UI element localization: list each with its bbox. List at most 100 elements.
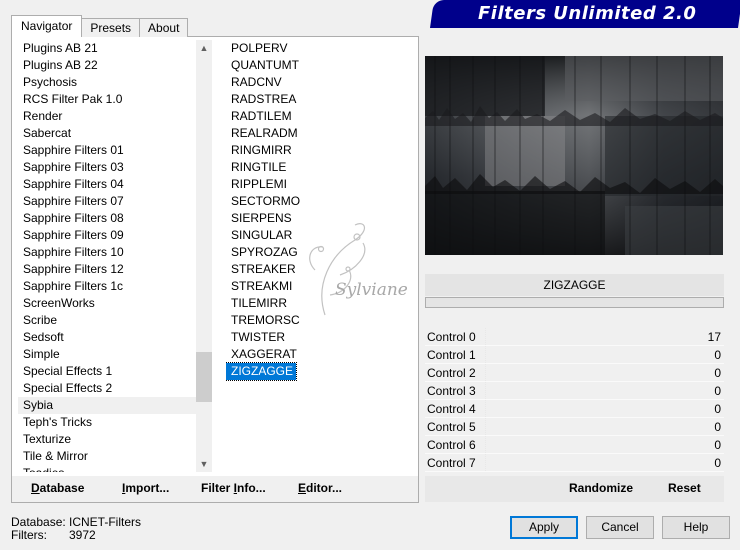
- filter-item[interactable]: SPYROZAG: [226, 244, 298, 261]
- filter-item[interactable]: SINGULAR: [226, 227, 292, 244]
- import-button[interactable]: Import...: [122, 481, 169, 497]
- control-slider[interactable]: [485, 418, 694, 435]
- filter-name-label: ZIGZAGGE: [425, 274, 724, 296]
- filter-item[interactable]: STREAKMI: [226, 278, 292, 295]
- category-item[interactable]: Texturize: [18, 431, 196, 448]
- database-button[interactable]: Database: [31, 481, 84, 497]
- category-item[interactable]: Special Effects 2: [18, 380, 196, 397]
- category-item[interactable]: Plugins AB 21: [18, 40, 196, 57]
- filter-progress-bar: [425, 297, 724, 308]
- category-item[interactable]: Special Effects 1: [18, 363, 196, 380]
- category-item[interactable]: ScreenWorks: [18, 295, 196, 312]
- filter-item[interactable]: ZIGZAGGE: [226, 362, 298, 381]
- database-value: ICNET-Filters: [69, 515, 141, 529]
- control-label: Control 5: [427, 420, 476, 434]
- category-item[interactable]: Sedsoft: [18, 329, 196, 346]
- control-label: Control 1: [427, 348, 476, 362]
- editor-button[interactable]: Editor...: [298, 481, 342, 497]
- category-item[interactable]: Render: [18, 108, 196, 125]
- category-item[interactable]: Psychosis: [18, 74, 196, 91]
- control-sliders: Control 0 17 Control 1 0 Control 2 0 Control 3…: [425, 328, 724, 472]
- category-item[interactable]: Sapphire Filters 1c: [18, 278, 196, 295]
- filter-item[interactable]: RADTILEM: [226, 108, 292, 125]
- category-item[interactable]: Toadies: [18, 465, 196, 472]
- reset-button[interactable]: Reset: [668, 481, 701, 497]
- preview-image: [425, 56, 723, 255]
- control-row[interactable]: Control 6 0: [425, 436, 724, 454]
- tab-presets[interactable]: Presets: [81, 18, 141, 37]
- filter-list[interactable]: POLPERV QUANTUMT RADCNV RADSTREA RADTILEM REA…: [226, 40, 416, 472]
- control-row[interactable]: Control 7 0: [425, 454, 724, 472]
- category-item[interactable]: Sapphire Filters 01: [18, 142, 196, 159]
- control-slider[interactable]: [485, 328, 694, 345]
- control-value: 0: [714, 420, 721, 434]
- filter-item[interactable]: TREMORSC: [226, 312, 300, 329]
- control-slider[interactable]: [485, 382, 694, 399]
- control-value: 0: [714, 384, 721, 398]
- filter-item[interactable]: STREAKER: [226, 261, 296, 278]
- control-value: 17: [707, 330, 721, 344]
- filter-item[interactable]: POLPERV: [226, 40, 287, 57]
- category-item[interactable]: Plugins AB 22: [18, 57, 196, 74]
- control-row[interactable]: Control 1 0: [425, 346, 724, 364]
- filter-item[interactable]: RADCNV: [226, 74, 282, 91]
- category-item[interactable]: Sybia: [18, 397, 196, 414]
- filter-info-button[interactable]: Filter Info...: [201, 481, 266, 497]
- cancel-button[interactable]: Cancel: [586, 516, 654, 539]
- filter-item[interactable]: SIERPENS: [226, 210, 292, 227]
- filter-item[interactable]: REALRADM: [226, 125, 298, 142]
- control-label: Control 2: [427, 366, 476, 380]
- filter-item[interactable]: RADSTREA: [226, 91, 296, 108]
- control-row[interactable]: Control 4 0: [425, 400, 724, 418]
- category-item[interactable]: Tile & Mirror: [18, 448, 196, 465]
- category-item[interactable]: Sapphire Filters 10: [18, 244, 196, 261]
- scroll-thumb[interactable]: [196, 352, 212, 402]
- category-item[interactable]: Sapphire Filters 07: [18, 193, 196, 210]
- filter-item[interactable]: TWISTER: [226, 329, 285, 346]
- category-item[interactable]: Sapphire Filters 04: [18, 176, 196, 193]
- category-item[interactable]: Sabercat: [18, 125, 196, 142]
- randomize-button[interactable]: Randomize: [569, 481, 633, 497]
- category-item[interactable]: Scribe: [18, 312, 196, 329]
- control-value: 0: [714, 366, 721, 380]
- control-label: Control 0: [427, 330, 476, 344]
- chevron-down-icon[interactable]: ▼: [196, 456, 212, 472]
- control-slider[interactable]: [485, 454, 694, 471]
- chevron-up-icon[interactable]: ▲: [196, 40, 212, 56]
- filter-item[interactable]: TILEMIRR: [226, 295, 287, 312]
- control-label: Control 4: [427, 402, 476, 416]
- category-item[interactable]: Simple: [18, 346, 196, 363]
- control-slider[interactable]: [485, 346, 694, 363]
- filter-item[interactable]: RIPPLEMI: [226, 176, 287, 193]
- apply-button[interactable]: Apply: [510, 516, 578, 539]
- app-title: Filters Unlimited 2.0: [478, 3, 697, 24]
- control-row[interactable]: Control 5 0: [425, 418, 724, 436]
- category-item[interactable]: Sapphire Filters 12: [18, 261, 196, 278]
- control-row[interactable]: Control 2 0: [425, 364, 724, 382]
- category-item[interactable]: Teph's Tricks: [18, 414, 196, 431]
- help-button[interactable]: Help: [662, 516, 730, 539]
- category-item[interactable]: Sapphire Filters 03: [18, 159, 196, 176]
- category-item[interactable]: Sapphire Filters 09: [18, 227, 196, 244]
- filter-item[interactable]: XAGGERAT: [226, 346, 297, 363]
- control-label: Control 6: [427, 438, 476, 452]
- category-item[interactable]: RCS Filter Pak 1.0: [18, 91, 196, 108]
- control-value: 0: [714, 348, 721, 362]
- tab-navigator[interactable]: Navigator: [11, 15, 83, 37]
- control-row[interactable]: Control 3 0: [425, 382, 724, 400]
- filter-item[interactable]: QUANTUMT: [226, 57, 299, 74]
- control-slider[interactable]: [485, 364, 694, 381]
- filter-item[interactable]: SECTORMO: [226, 193, 300, 210]
- category-scrollbar[interactable]: ▲ ▼: [196, 40, 212, 472]
- tab-about[interactable]: About: [139, 18, 189, 37]
- control-slider[interactable]: [485, 436, 694, 453]
- filters-count: 3972: [69, 528, 96, 542]
- control-value: 0: [714, 438, 721, 452]
- control-row[interactable]: Control 0 17: [425, 328, 724, 346]
- category-item[interactable]: Sapphire Filters 08: [18, 210, 196, 227]
- filter-item[interactable]: RINGMIRR: [226, 142, 292, 159]
- control-slider[interactable]: [485, 400, 694, 417]
- filters-label: Filters:: [11, 528, 47, 542]
- category-list[interactable]: Plugins AB 21 Plugins AB 22 Psychosis RCS F…: [18, 40, 196, 472]
- filter-item[interactable]: RINGTILE: [226, 159, 286, 176]
